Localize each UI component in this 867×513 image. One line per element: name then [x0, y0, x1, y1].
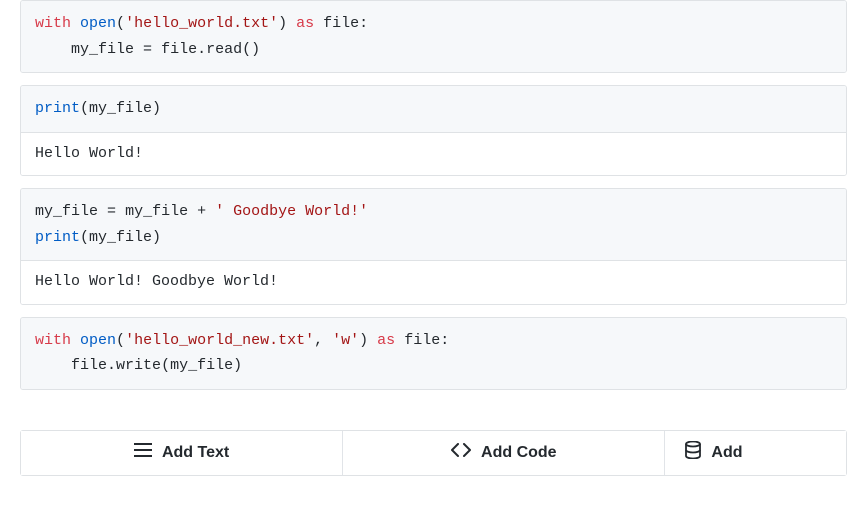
add-text-button[interactable]: Add Text [21, 431, 343, 475]
code-cell: my_file = my_file + ' Goodbye World!' pr… [20, 188, 847, 305]
code-input[interactable]: my_file = my_file + ' Goodbye World!' pr… [21, 189, 846, 260]
add-other-label: Add [711, 444, 742, 462]
code-cell: print(my_file)Hello World! [20, 85, 847, 176]
code-cell: with open('hello_world.txt') as file: my… [20, 0, 847, 73]
add-other-button[interactable]: Add [665, 431, 846, 475]
code-output: Hello World! Goodbye World! [21, 260, 846, 304]
code-cell: with open('hello_world_new.txt', 'w') as… [20, 317, 847, 390]
toolbar: Add Text Add Code Add [20, 430, 847, 476]
add-code-button[interactable]: Add Code [343, 431, 665, 475]
add-text-label: Add Text [162, 444, 229, 462]
code-input[interactable]: with open('hello_world_new.txt', 'w') as… [21, 318, 846, 389]
code-input[interactable]: print(my_file) [21, 86, 846, 132]
code-brackets-icon [451, 443, 471, 462]
text-lines-icon [134, 443, 152, 462]
add-code-label: Add Code [481, 444, 557, 462]
code-input[interactable]: with open('hello_world.txt') as file: my… [21, 1, 846, 72]
database-icon [685, 441, 701, 464]
notebook-area: with open('hello_world.txt') as file: my… [0, 0, 867, 390]
code-output: Hello World! [21, 132, 846, 176]
